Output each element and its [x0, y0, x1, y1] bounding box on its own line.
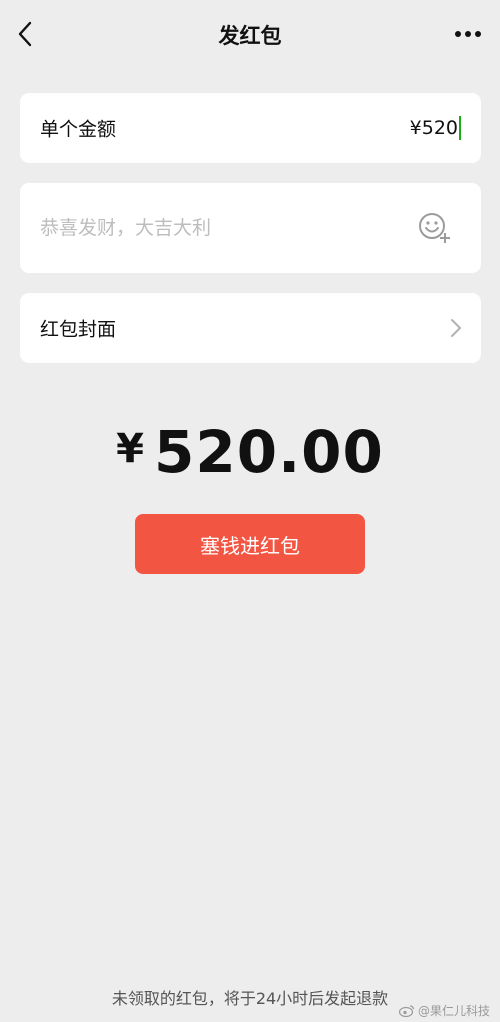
page-title: 发红包 — [218, 24, 282, 48]
more-dots-icon — [455, 31, 481, 37]
text-caret — [459, 116, 461, 140]
send-red-packet-button[interactable]: 塞钱进红包 — [135, 514, 365, 574]
amount-label: 单个金额 — [40, 118, 117, 141]
watermark-text: @果仁儿科技 — [417, 1004, 490, 1018]
top-bar: 发红包 — [0, 0, 500, 72]
emoji-add-icon[interactable] — [417, 211, 451, 245]
currency-symbol: ¥ — [116, 426, 144, 472]
chevron-right-icon — [451, 319, 461, 337]
cover-row[interactable]: 红包封面 — [20, 293, 481, 363]
total-amount: ¥520.00 — [0, 418, 500, 486]
amount-value: ¥520 — [409, 117, 458, 139]
more-button[interactable] — [448, 16, 488, 52]
weibo-logo-icon — [398, 1005, 415, 1017]
cover-label: 红包封面 — [40, 318, 117, 341]
total-value: 520.00 — [154, 418, 384, 486]
amount-row[interactable]: 单个金额 ¥520 — [20, 93, 481, 163]
greeting-input[interactable] — [40, 217, 400, 239]
red-packet-page: 发红包 单个金额 ¥520 红包封面 — [0, 0, 500, 1022]
greeting-row — [20, 183, 481, 273]
amount-field[interactable]: ¥520 — [410, 116, 461, 140]
watermark: @果仁儿科技 — [398, 1002, 490, 1019]
